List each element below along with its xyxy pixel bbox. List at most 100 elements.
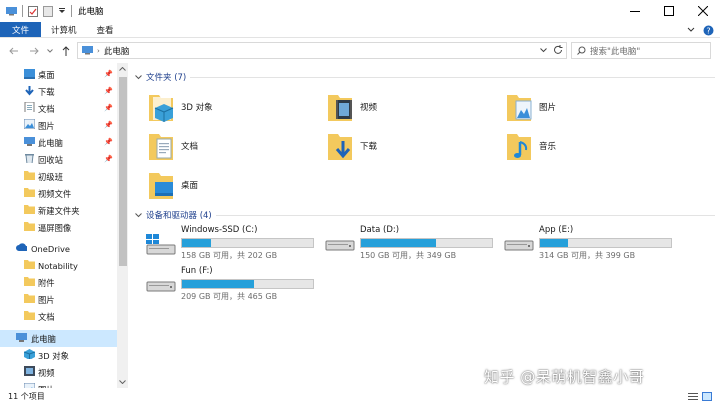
- drive-tile-c[interactable]: Windows-SSD (C:) 158 GB 可用，共 202 GB: [146, 225, 316, 261]
- drive-info: 158 GB 可用，共 202 GB: [181, 251, 278, 260]
- pin-icon[interactable]: 📌: [104, 138, 113, 146]
- windows-drive-icon: [146, 234, 176, 255]
- help-icon[interactable]: ?: [703, 25, 714, 36]
- sidebar-item-this-pc[interactable]: 此电脑: [0, 330, 117, 347]
- title-bar: 此电脑: [0, 0, 720, 22]
- expand-ribbon-icon[interactable]: [687, 27, 695, 33]
- pin-icon[interactable]: 📌: [104, 104, 113, 112]
- folder-tile-videos[interactable]: 视频: [326, 90, 496, 124]
- sidebar-item-pictures[interactable]: 图片: [0, 381, 117, 388]
- tab-computer[interactable]: 计算机: [41, 22, 87, 37]
- properties-icon[interactable]: [28, 5, 38, 17]
- sidebar-item-documents[interactable]: 文档 📌: [0, 100, 117, 117]
- sidebar-item-3d-objects[interactable]: 3D 对象: [0, 347, 117, 364]
- folder-tile-pictures[interactable]: 图片: [505, 90, 675, 124]
- scroll-down-button[interactable]: [117, 376, 128, 387]
- videos-icon: [24, 366, 35, 376]
- sidebar-scroll-thumb[interactable]: [119, 77, 127, 266]
- sidebar-item-label: OneDrive: [31, 243, 71, 254]
- folders-group-header[interactable]: 文件夹 (7): [135, 71, 715, 83]
- sidebar-item-folder[interactable]: 新建文件夹: [0, 202, 117, 219]
- address-bar[interactable]: › 此电脑: [77, 42, 567, 59]
- pictures-icon: [24, 119, 35, 129]
- sidebar-item-folder[interactable]: 图片: [0, 291, 117, 308]
- back-arrow-icon: [9, 47, 18, 55]
- up-button[interactable]: [58, 43, 74, 59]
- collapse-chevron-icon: [135, 74, 142, 79]
- sidebar-item-folder[interactable]: 视频文件: [0, 185, 117, 202]
- scroll-up-button[interactable]: [117, 63, 128, 74]
- drive-usage-fill: [540, 239, 568, 247]
- breadcrumb-separator-icon[interactable]: ›: [97, 47, 100, 55]
- customize-toolbar-icon[interactable]: [58, 6, 66, 16]
- folder-tile-documents[interactable]: 文档: [147, 129, 317, 163]
- status-bar: 11 个项目: [0, 388, 720, 405]
- details-view-icon[interactable]: [688, 392, 698, 401]
- sidebar-item-folder[interactable]: 逼屏图像: [0, 219, 117, 236]
- pin-icon[interactable]: 📌: [104, 87, 113, 95]
- chevron-down-icon[interactable]: [540, 48, 547, 53]
- pin-icon[interactable]: 📌: [104, 121, 113, 129]
- recent-locations-button[interactable]: [42, 43, 58, 59]
- folder-tile-3d-objects[interactable]: 3D 对象: [147, 90, 317, 124]
- search-box[interactable]: 搜索"此电脑": [571, 42, 711, 59]
- chevron-down-icon: [47, 49, 53, 53]
- pin-icon[interactable]: 📌: [104, 155, 113, 163]
- drive-usage-bar: [539, 238, 672, 248]
- search-icon: [577, 46, 586, 55]
- close-button[interactable]: [686, 0, 720, 22]
- drive-tile-e[interactable]: App (E:) 314 GB 可用，共 399 GB: [504, 225, 674, 261]
- refresh-icon[interactable]: [553, 45, 563, 55]
- sidebar-item-folder[interactable]: 初级班: [0, 168, 117, 185]
- sidebar-item-pictures[interactable]: 图片 📌: [0, 117, 117, 134]
- videos-folder-icon: [328, 95, 352, 121]
- tab-file[interactable]: 文件: [0, 22, 42, 37]
- folder-tile-downloads[interactable]: 下载: [326, 129, 496, 163]
- drive-info: 209 GB 可用，共 465 GB: [181, 292, 278, 301]
- sidebar-item-label: 下载: [38, 86, 55, 97]
- sidebar-item-videos[interactable]: 视频: [0, 364, 117, 381]
- large-icons-view-icon[interactable]: [702, 392, 712, 401]
- tab-view[interactable]: 查看: [87, 22, 124, 37]
- divider: [22, 5, 23, 17]
- pin-icon[interactable]: 📌: [104, 70, 113, 78]
- download-icon: [25, 86, 34, 96]
- sidebar-item-folder[interactable]: Notability: [0, 257, 117, 274]
- sidebar-item-this-pc-pinned[interactable]: 此电脑 📌: [0, 134, 117, 151]
- documents-folder-icon: [149, 134, 173, 160]
- folder-icon: [24, 260, 35, 269]
- forward-button[interactable]: [26, 43, 42, 59]
- drive-tile-f[interactable]: Fun (F:) 209 GB 可用，共 465 GB: [146, 266, 316, 302]
- group-title: 文件夹 (7): [146, 73, 187, 83]
- sidebar-item-recycle-bin[interactable]: 回收站 📌: [0, 151, 117, 168]
- folder-tile-desktop[interactable]: 桌面: [147, 168, 317, 202]
- sidebar-item-desktop[interactable]: 桌面 📌: [0, 66, 117, 83]
- sidebar-item-label: 视频文件: [38, 188, 72, 199]
- folder-icon: [24, 222, 35, 231]
- minimize-icon: [630, 11, 640, 12]
- sidebar-item-folder[interactable]: 文档: [0, 308, 117, 325]
- sidebar-item-label: 文档: [38, 311, 55, 322]
- forward-arrow-icon: [30, 47, 39, 55]
- minimize-button[interactable]: [618, 0, 652, 22]
- sidebar-item-label: 3D 对象: [38, 350, 69, 361]
- drive-usage-fill: [361, 239, 436, 247]
- drive-usage-fill: [182, 280, 255, 288]
- drive-tile-d[interactable]: Data (D:) 150 GB 可用，共 349 GB: [325, 225, 495, 261]
- ribbon-tabs: 文件 计算机 查看 ?: [0, 22, 720, 38]
- drives-group-header[interactable]: 设备和驱动器 (4): [135, 209, 715, 221]
- back-button[interactable]: [6, 43, 22, 59]
- new-folder-icon[interactable]: [43, 5, 53, 17]
- sidebar-item-downloads[interactable]: 下载 📌: [0, 83, 117, 100]
- drive-usage-fill: [182, 239, 211, 247]
- onedrive-cloud-icon: [16, 243, 27, 251]
- chevron-up-icon: [119, 66, 126, 71]
- folder-tile-music[interactable]: 音乐: [505, 129, 675, 163]
- sidebar-item-onedrive[interactable]: OneDrive: [0, 240, 117, 257]
- drive-usage-bar: [360, 238, 493, 248]
- sidebar-item-folder[interactable]: 附件: [0, 274, 117, 291]
- breadcrumb-this-pc[interactable]: 此电脑: [104, 45, 130, 57]
- hard-drive-icon: [504, 240, 534, 251]
- music-folder-icon: [507, 134, 531, 160]
- maximize-button[interactable]: [652, 0, 686, 22]
